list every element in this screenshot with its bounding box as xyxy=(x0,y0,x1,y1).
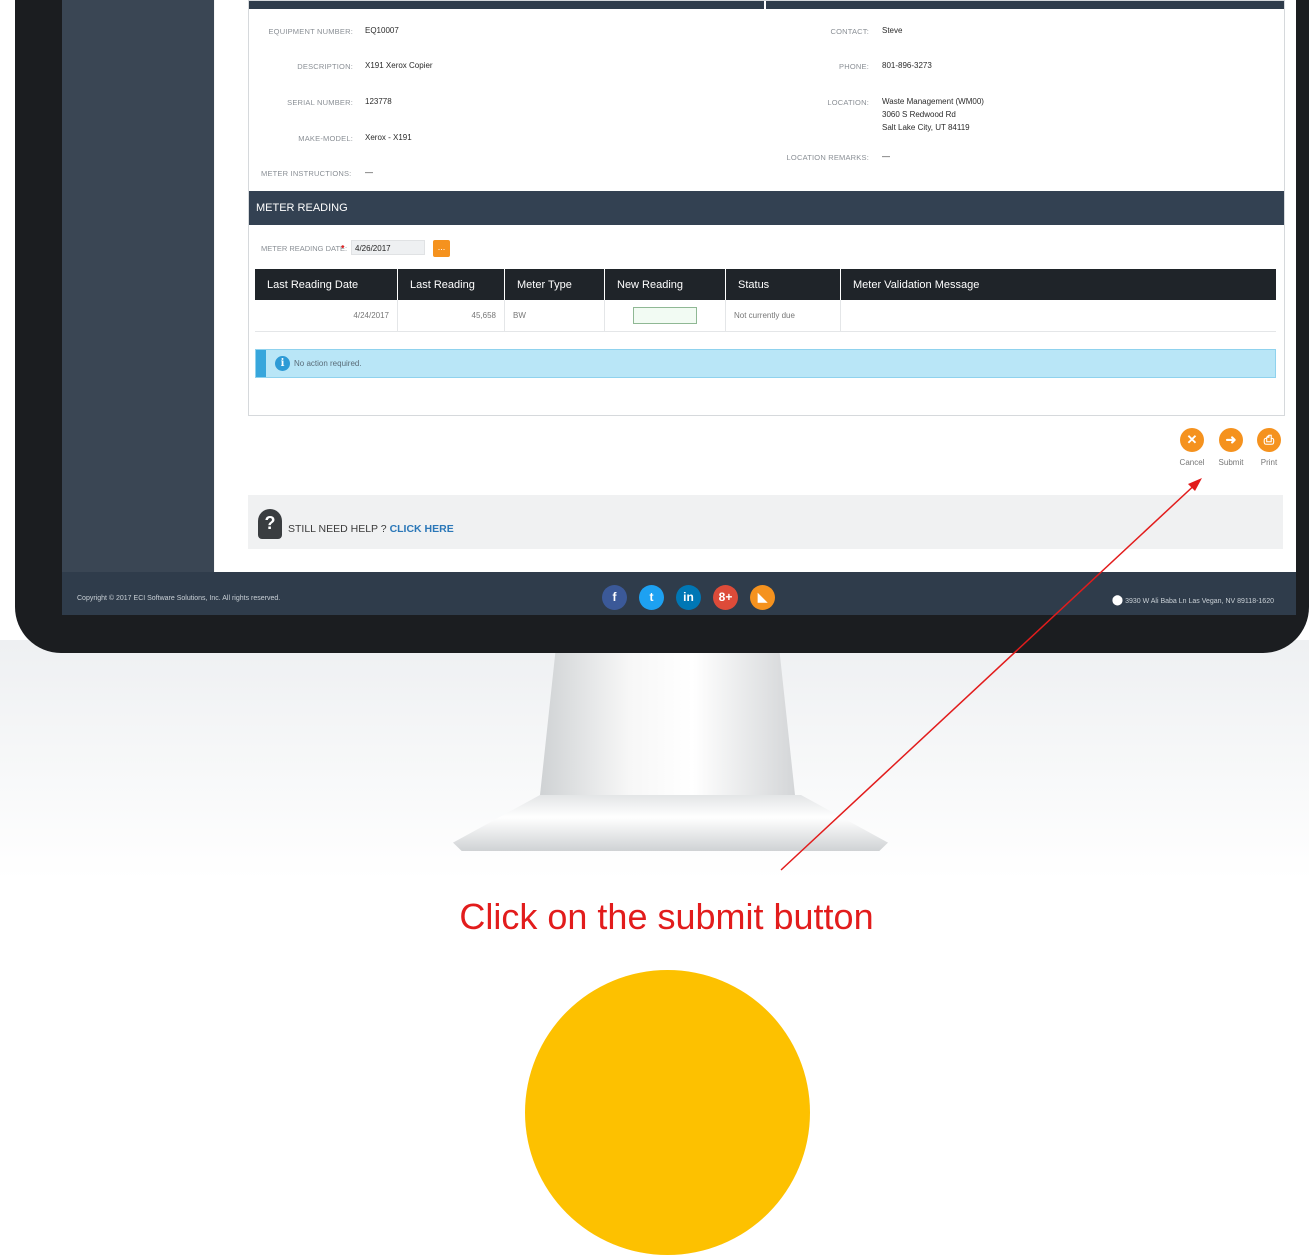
instruction-text: Click on the submit button xyxy=(459,896,874,937)
arrow-line xyxy=(780,479,1201,871)
yellow-circle-decoration xyxy=(525,970,810,1255)
